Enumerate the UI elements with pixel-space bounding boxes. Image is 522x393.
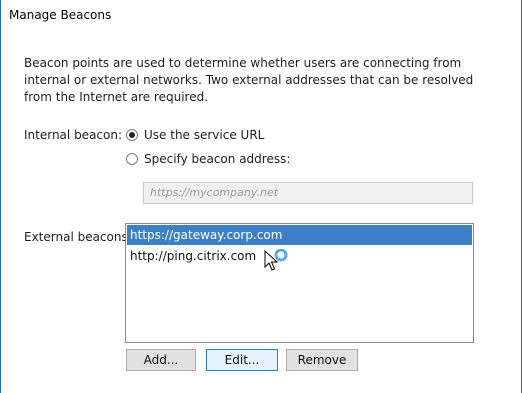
radio-specify-label: Specify beacon address: (144, 152, 291, 166)
edit-button[interactable]: Edit... (206, 349, 278, 371)
add-button[interactable]: Add... (126, 349, 196, 371)
radio-use-service-url[interactable]: Use the service URL (126, 128, 264, 142)
list-item[interactable]: http://ping.citrix.com (127, 246, 472, 266)
radio-specify-beacon-address[interactable]: Specify beacon address: (126, 152, 290, 166)
description-text: Beacon points are used to determine whet… (24, 56, 474, 104)
internal-beacon-label: Internal beacon: (24, 128, 123, 142)
radio-unchecked-icon[interactable] (126, 153, 138, 165)
radio-use-service-url-label: Use the service URL (144, 128, 265, 142)
dialog-title: Manage Beacons (9, 8, 112, 22)
list-item[interactable]: https://gateway.corp.com (127, 225, 472, 245)
external-beacons-label: External beacons: (24, 230, 132, 244)
beacon-address-field: https://mycompany.net (143, 182, 473, 204)
radio-checked-icon[interactable] (126, 129, 138, 141)
manage-beacons-dialog: Manage Beacons Beacon points are used to… (0, 0, 522, 393)
external-beacons-list[interactable]: https://gateway.corp.com http://ping.cit… (125, 223, 474, 343)
arrow-busy-cursor-icon (264, 249, 288, 271)
remove-button[interactable]: Remove (286, 349, 358, 371)
